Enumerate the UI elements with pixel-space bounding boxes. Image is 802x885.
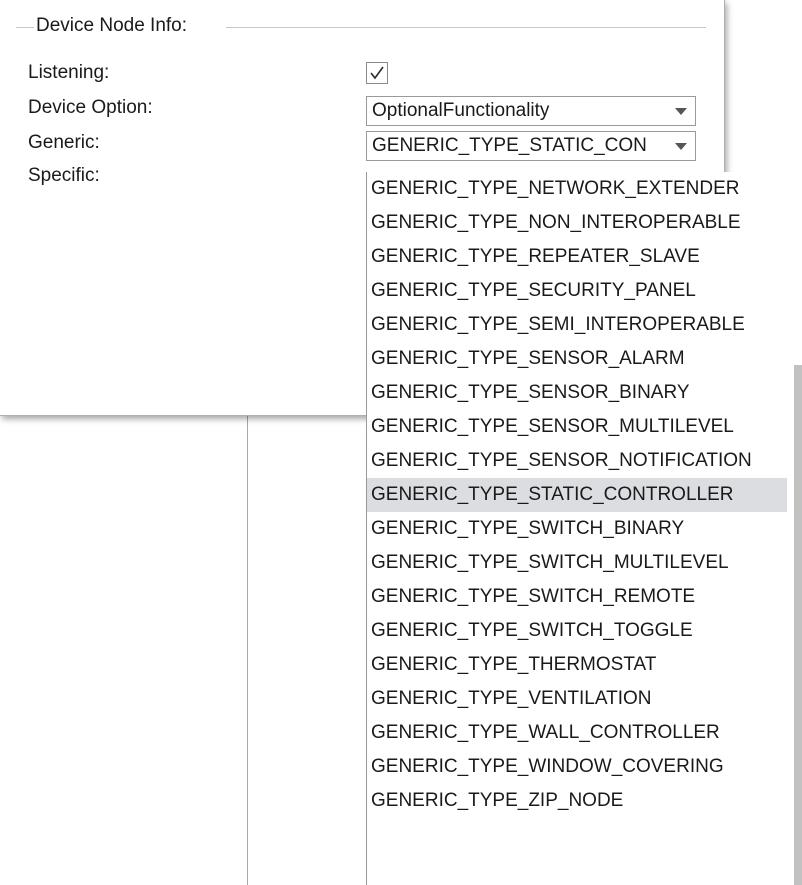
dropdown-option[interactable]: GENERIC_TYPE_REPEATER_SLAVE [367, 240, 787, 274]
device-option-value: OptionalFunctionality [372, 100, 550, 121]
check-icon [370, 66, 384, 80]
dropdown-option[interactable]: GENERIC_TYPE_SENSOR_ALARM [367, 342, 787, 376]
generic-dropdown-list[interactable]: GENERIC_TYPE_NETWORK_EXTENDER GENERIC_TYP… [366, 172, 802, 885]
dropdown-option[interactable]: GENERIC_TYPE_WALL_CONTROLLER [367, 716, 787, 750]
generic-select[interactable]: GENERIC_TYPE_STATIC_CON [366, 131, 696, 161]
listening-checkbox[interactable] [366, 62, 388, 84]
dropdown-option[interactable]: GENERIC_TYPE_THERMOSTAT [367, 648, 787, 682]
generic-value: GENERIC_TYPE_STATIC_CON [372, 135, 647, 156]
dropdown-option[interactable]: GENERIC_TYPE_SENSOR_BINARY [367, 376, 787, 410]
dropdown-option[interactable]: GENERIC_TYPE_WINDOW_COVERING [367, 750, 787, 784]
dropdown-option[interactable]: GENERIC_TYPE_SENSOR_MULTILEVEL [367, 410, 787, 444]
listening-label: Listening: [28, 62, 110, 83]
device-option-select[interactable]: OptionalFunctionality [366, 96, 696, 126]
group-border-left [16, 27, 34, 28]
device-option-label: Device Option: [28, 97, 153, 118]
dropdown-option[interactable]: GENERIC_TYPE_SWITCH_MULTILEVEL [367, 546, 787, 580]
dropdown-option[interactable]: GENERIC_TYPE_STATIC_CONTROLLER [367, 478, 787, 512]
dropdown-option[interactable]: GENERIC_TYPE_SECURITY_PANEL [367, 274, 787, 308]
chevron-down-icon [675, 143, 687, 150]
dropdown-option[interactable]: GENERIC_TYPE_NETWORK_EXTENDER [367, 172, 787, 206]
dropdown-option[interactable]: GENERIC_TYPE_SWITCH_BINARY [367, 512, 787, 546]
dropdown-scrollbar[interactable] [794, 365, 802, 885]
dropdown-option[interactable]: GENERIC_TYPE_SWITCH_TOGGLE [367, 614, 787, 648]
dropdown-option[interactable]: GENERIC_TYPE_SWITCH_REMOTE [367, 580, 787, 614]
dropdown-option[interactable]: GENERIC_TYPE_ZIP_NODE [367, 784, 787, 818]
specific-label: Specific: [28, 165, 100, 186]
dropdown-option[interactable]: GENERIC_TYPE_SENSOR_NOTIFICATION [367, 444, 787, 478]
dropdown-option[interactable]: GENERIC_TYPE_NON_INTEROPERABLE [367, 206, 787, 240]
dropdown-option[interactable]: GENERIC_TYPE_VENTILATION [367, 682, 787, 716]
generic-label: Generic: [28, 132, 100, 153]
group-title: Device Node Info: [36, 15, 188, 36]
chevron-down-icon [675, 108, 687, 115]
dropdown-option[interactable]: GENERIC_TYPE_SEMI_INTEROPERABLE [367, 308, 787, 342]
group-border-right [226, 27, 706, 28]
